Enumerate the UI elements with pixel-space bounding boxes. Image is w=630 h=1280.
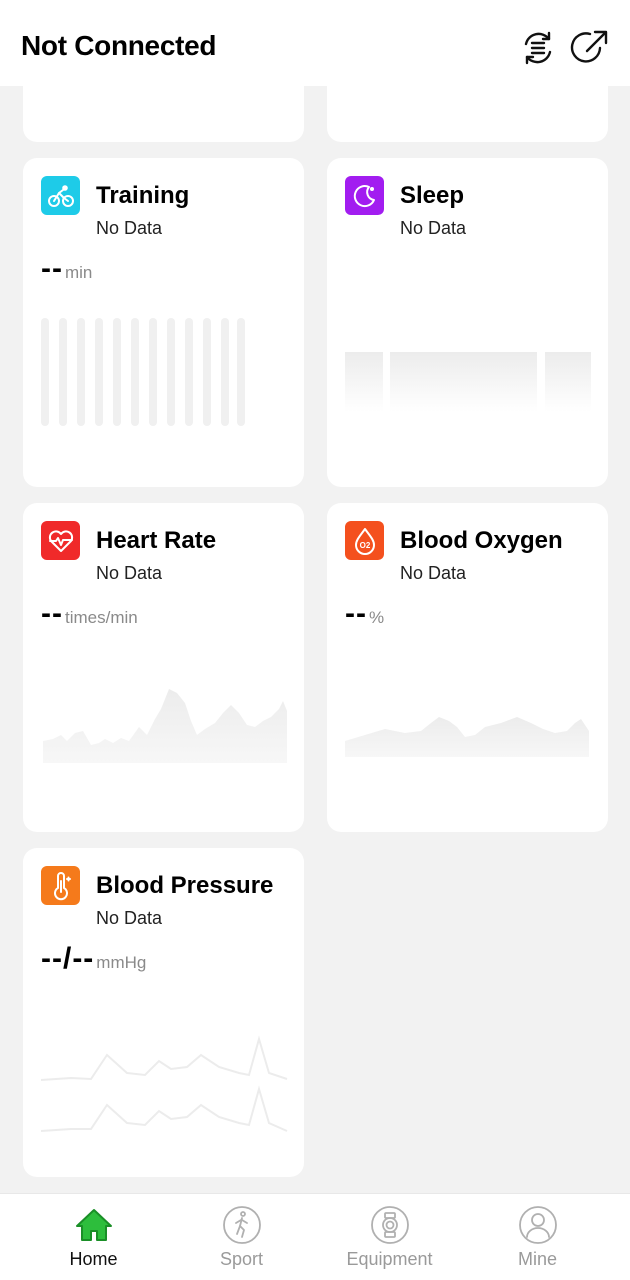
oxygen-drop-icon: O2 [345,521,384,560]
sleep-title: Sleep [400,182,465,209]
heart-rate-value-text: -- [41,597,63,630]
tab-mine-label: Mine [517,1249,557,1269]
training-value: -- min [41,254,92,284]
blood-oxygen-value-text: -- [345,597,367,630]
runner-icon [221,1204,263,1246]
share-icon[interactable] [570,28,610,68]
heart-rate-status: No Data [96,563,163,583]
tab-sport[interactable]: Sport [163,1194,320,1280]
blood-pressure-value: --/-- mmHg [41,944,146,974]
watch-icon [369,1204,411,1246]
tab-mine[interactable]: Mine [459,1194,616,1280]
heart-rate-unit: times/min [64,608,138,627]
training-card[interactable]: Training No Data -- min [23,158,304,487]
blood-oxygen-unit: % [368,608,385,627]
training-title: Training [96,182,190,209]
training-status: No Data [96,218,163,238]
blood-pressure-status: No Data [96,908,163,928]
training-placeholder-bars [41,318,245,426]
home-icon [73,1204,115,1246]
blood-oxygen-card[interactable]: O2 Blood Oxygen No Data -- % [327,503,608,832]
bottom-tab-bar: Home Sport Equipment Mine [0,1193,630,1280]
sleep-card[interactable]: Sleep No Data [327,158,608,487]
partial-card-left[interactable] [23,70,304,142]
training-unit: min [64,263,93,282]
heart-rate-title: Heart Rate [96,527,217,554]
heart-icon [41,521,80,560]
oxygen-icon-text: O2 [359,541,370,550]
tab-equipment-label: Equipment [346,1249,433,1269]
blood-pressure-unit: mmHg [96,953,147,972]
heart-rate-card[interactable]: Heart Rate No Data -- times/min [23,503,304,832]
blood-oxygen-value: -- % [345,599,384,629]
blood-pressure-card[interactable]: Blood Pressure No Data --/-- mmHg [23,848,304,1177]
heart-rate-value: -- times/min [41,599,138,629]
sleep-status: No Data [400,218,467,238]
blood-pressure-value-text: --/-- [41,942,95,975]
connection-status-title: Not Connected [21,30,217,61]
user-icon [517,1204,559,1246]
blood-oxygen-title: Blood Oxygen [400,527,563,554]
tab-home[interactable]: Home [15,1194,172,1280]
thermometer-icon [41,866,80,905]
tab-home-label: Home [69,1249,118,1269]
blood-oxygen-status: No Data [400,563,467,583]
bicycle-icon [41,176,80,215]
training-value-text: -- [41,252,63,285]
blood-oxygen-placeholder-chart [345,717,589,757]
heart-rate-placeholder-chart [43,689,287,763]
partial-card-right[interactable] [327,70,608,142]
tab-sport-label: Sport [219,1249,264,1269]
blood-pressure-placeholder-chart [41,1035,288,1132]
sync-icon[interactable] [518,28,558,68]
blood-pressure-title: Blood Pressure [96,872,274,899]
sleep-placeholder-blocks [345,352,591,412]
tab-equipment[interactable]: Equipment [311,1194,468,1280]
moon-icon [345,176,384,215]
